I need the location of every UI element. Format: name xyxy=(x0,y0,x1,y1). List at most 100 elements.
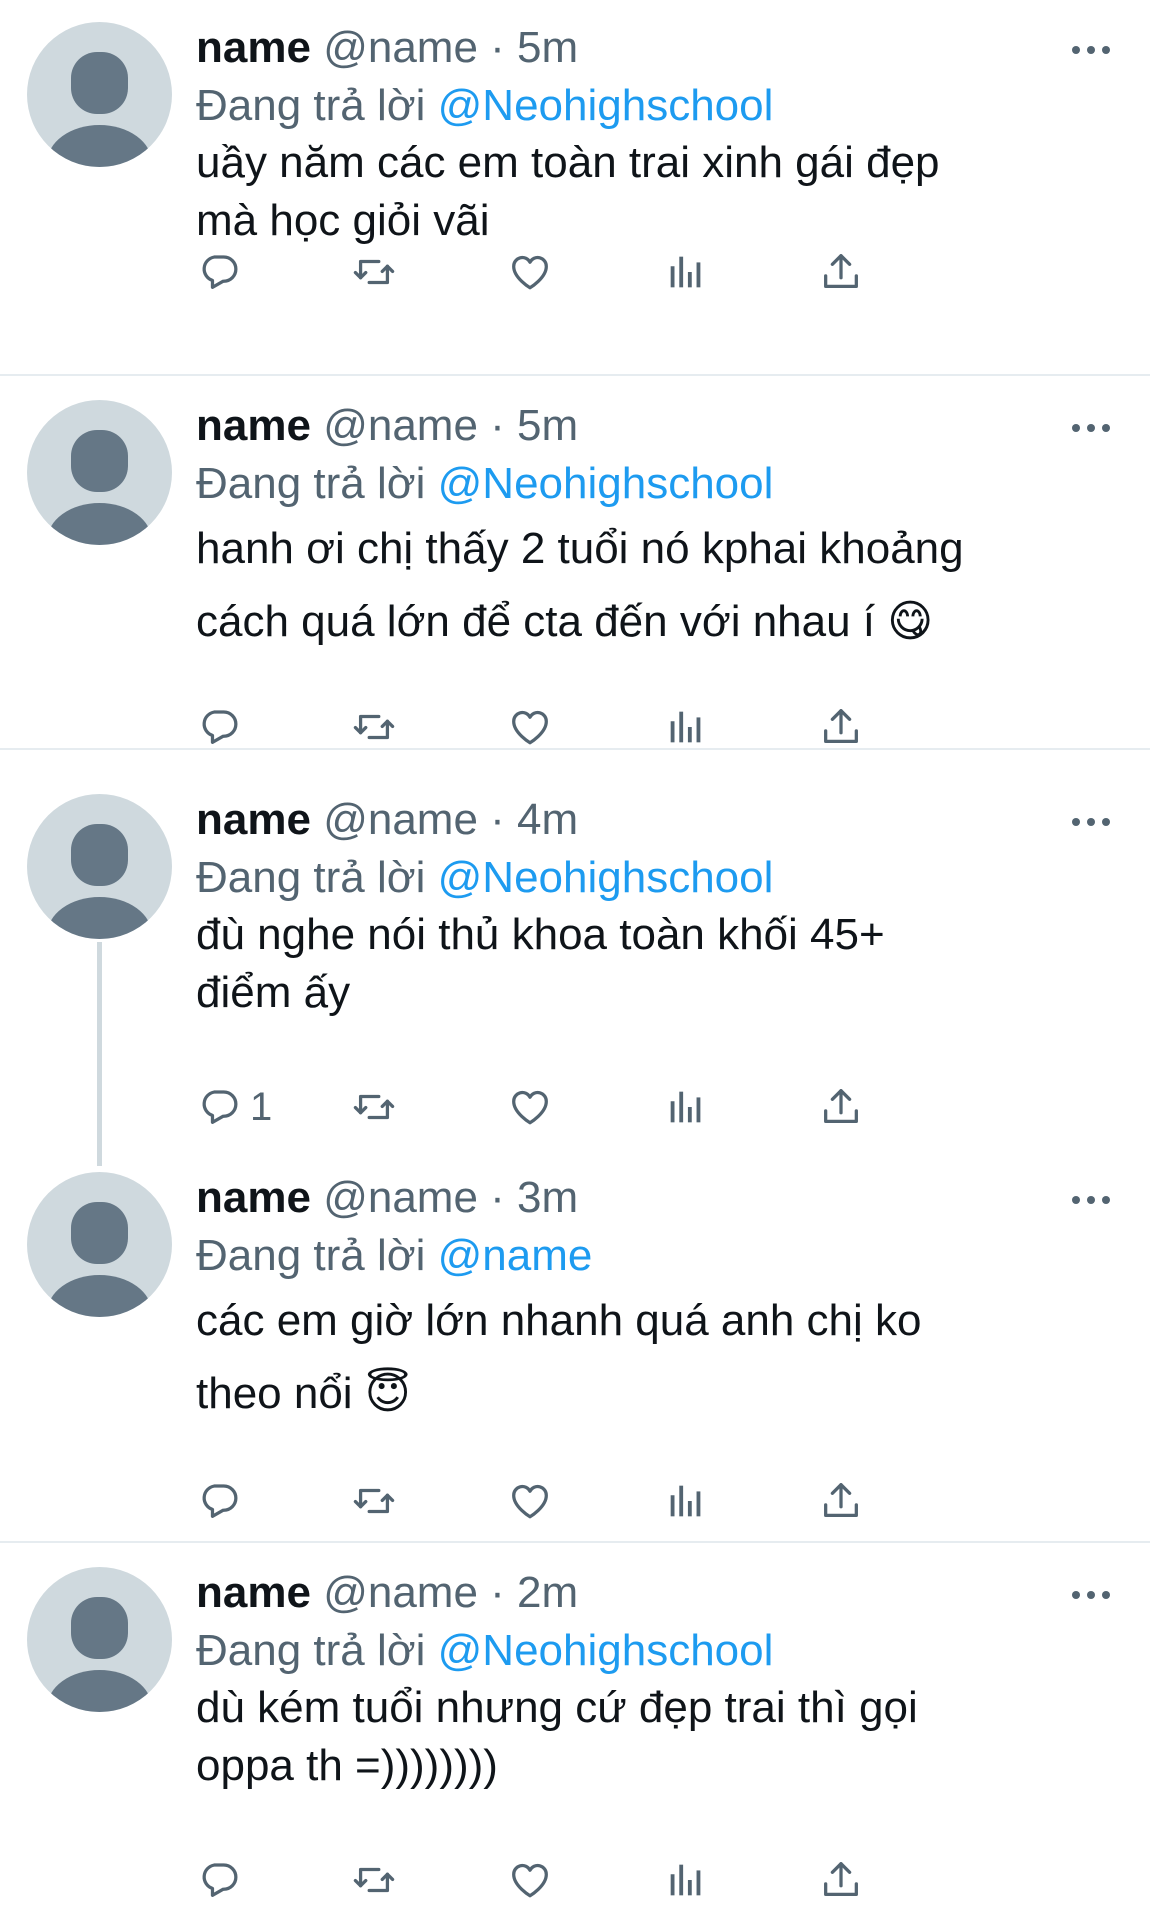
avatar[interactable] xyxy=(27,400,172,545)
more-icon[interactable] xyxy=(1072,420,1112,434)
avatar-head xyxy=(71,52,128,114)
share-icon xyxy=(818,704,864,750)
reply-icon xyxy=(196,249,242,295)
retweet-icon xyxy=(351,1478,397,1524)
reply-button[interactable]: 1 xyxy=(196,1082,272,1132)
avatar[interactable] xyxy=(27,794,172,939)
mention-link[interactable]: @Neohighschool xyxy=(438,853,774,902)
retweet-button[interactable] xyxy=(351,1855,397,1905)
more-icon[interactable] xyxy=(1072,1192,1112,1206)
tweet-actions xyxy=(196,702,1096,752)
username[interactable]: @name xyxy=(323,795,478,844)
tweet-divider xyxy=(0,1541,1150,1543)
replying-to: Đang trả lời @Neohighschool xyxy=(196,852,773,904)
like-button[interactable] xyxy=(507,1082,553,1132)
timestamp[interactable]: 4m xyxy=(517,795,578,844)
more-icon[interactable] xyxy=(1072,1587,1112,1601)
like-button[interactable] xyxy=(507,1476,553,1526)
avatar-body xyxy=(47,1670,152,1712)
analytics-button[interactable] xyxy=(663,1082,709,1132)
username[interactable]: @name xyxy=(323,23,478,72)
share-button[interactable] xyxy=(818,702,864,752)
analytics-icon xyxy=(663,1084,709,1130)
separator: · xyxy=(490,401,505,450)
display-name[interactable]: name xyxy=(196,401,311,450)
avatar[interactable] xyxy=(27,1567,172,1712)
retweet-button[interactable] xyxy=(351,247,397,297)
tweet-text: uầy năm các em toàn trai xinh gái đẹp mà… xyxy=(196,138,940,245)
avatar[interactable] xyxy=(27,1172,172,1317)
display-name[interactable]: name xyxy=(196,1173,311,1222)
display-name[interactable]: name xyxy=(196,795,311,844)
replying-to-label: Đang trả lời xyxy=(196,459,426,508)
tweet-text: đù nghe nói thủ khoa toàn khối 45+ điểm … xyxy=(196,910,885,1017)
timestamp[interactable]: 3m xyxy=(517,1173,578,1222)
mention-link[interactable]: @Neohighschool xyxy=(438,1626,774,1675)
like-button[interactable] xyxy=(507,1855,553,1905)
tweet-header: name @name · 5m xyxy=(196,22,578,74)
timestamp[interactable]: 2m xyxy=(517,1568,578,1617)
share-button[interactable] xyxy=(818,1855,864,1905)
tweet-divider xyxy=(0,748,1150,750)
analytics-icon xyxy=(663,1857,709,1903)
retweet-button[interactable] xyxy=(351,702,397,752)
separator: · xyxy=(490,1173,505,1222)
heart-icon xyxy=(507,1478,553,1524)
tweet-header: name @name · 2m xyxy=(196,1567,578,1619)
reply-count: 1 xyxy=(250,1085,273,1129)
like-button[interactable] xyxy=(507,247,553,297)
username[interactable]: @name xyxy=(323,401,478,450)
display-name[interactable]: name xyxy=(196,1568,311,1617)
tweet-header: name @name · 5m xyxy=(196,400,578,452)
replying-to: Đang trả lời @Neohighschool xyxy=(196,1625,773,1677)
retweet-icon xyxy=(351,1857,397,1903)
reply-icon xyxy=(196,1478,242,1524)
heart-icon xyxy=(507,249,553,295)
tweet-header: name @name · 3m xyxy=(196,1172,578,1224)
mention-link[interactable]: @Neohighschool xyxy=(438,459,774,508)
share-icon xyxy=(818,1857,864,1903)
retweet-button[interactable] xyxy=(351,1082,397,1132)
reply-button[interactable] xyxy=(196,247,250,297)
heart-icon xyxy=(507,1084,553,1130)
avatar-body xyxy=(47,125,152,167)
tweet-text: hanh ơi chị thấy 2 tuổi nó kphai khoảng … xyxy=(196,524,964,646)
mention-link[interactable]: @name xyxy=(438,1231,593,1280)
analytics-icon xyxy=(663,1478,709,1524)
timestamp[interactable]: 5m xyxy=(517,401,578,450)
reply-button[interactable] xyxy=(196,1476,250,1526)
analytics-button[interactable] xyxy=(663,247,709,297)
reply-button[interactable] xyxy=(196,702,250,752)
more-icon[interactable] xyxy=(1072,814,1112,828)
separator: · xyxy=(490,1568,505,1617)
retweet-icon xyxy=(351,249,397,295)
heart-icon xyxy=(507,704,553,750)
share-button[interactable] xyxy=(818,1082,864,1132)
avatar[interactable] xyxy=(27,22,172,167)
like-button[interactable] xyxy=(507,702,553,752)
display-name[interactable]: name xyxy=(196,23,311,72)
analytics-icon xyxy=(663,704,709,750)
retweet-icon xyxy=(351,1084,397,1130)
timestamp[interactable]: 5m xyxy=(517,23,578,72)
retweet-button[interactable] xyxy=(351,1476,397,1526)
avatar-body xyxy=(47,503,152,545)
mention-link[interactable]: @Neohighschool xyxy=(438,81,774,130)
retweet-icon xyxy=(351,704,397,750)
share-button[interactable] xyxy=(818,247,864,297)
tweet-divider xyxy=(0,374,1150,376)
share-button[interactable] xyxy=(818,1476,864,1526)
tweet-header: name @name · 4m xyxy=(196,794,578,846)
tweet-actions xyxy=(196,247,1096,297)
username[interactable]: @name xyxy=(323,1173,478,1222)
separator: · xyxy=(490,795,505,844)
analytics-button[interactable] xyxy=(663,1855,709,1905)
heart-icon xyxy=(507,1857,553,1903)
more-icon[interactable] xyxy=(1072,42,1112,56)
analytics-button[interactable] xyxy=(663,1476,709,1526)
analytics-button[interactable] xyxy=(663,702,709,752)
username[interactable]: @name xyxy=(323,1568,478,1617)
replying-to-label: Đang trả lời xyxy=(196,853,426,902)
reply-button[interactable] xyxy=(196,1855,250,1905)
avatar-body xyxy=(47,1275,152,1317)
